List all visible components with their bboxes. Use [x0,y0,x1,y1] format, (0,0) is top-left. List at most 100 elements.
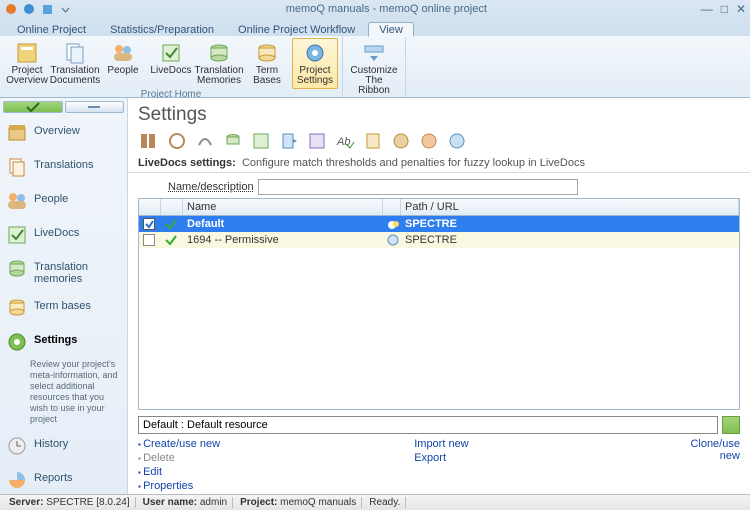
link-export[interactable]: Export [414,452,690,464]
col-location-icon[interactable] [383,199,401,215]
sidebar-item-termbases[interactable]: Term bases [0,291,127,325]
filter-input[interactable] [258,179,578,195]
settings-description: LiveDocs settings: Configure match thres… [128,154,750,173]
tab-online-project[interactable]: Online Project [6,22,97,36]
customize-icon [362,41,386,65]
link-import[interactable]: Import new [414,438,690,450]
resource-bar [138,416,740,434]
main-header: Settings [128,98,750,128]
sidebar-item-reports[interactable]: Reports [0,463,127,497]
row-checkbox[interactable] [143,234,155,246]
sidebar-item-tm[interactable]: Translation memories [0,252,127,291]
check-icon [165,234,177,246]
sidebar-item-settings[interactable]: Settings [0,325,127,359]
resource-description-input[interactable] [138,416,718,434]
ribbon: Project Overview Translation Documents P… [0,36,750,98]
toggle-check-button[interactable] [3,101,63,113]
tool-qa-icon[interactable] [194,130,216,152]
tool-autocorrect-icon[interactable]: Ab [334,130,356,152]
apply-button[interactable] [722,416,740,434]
qat-icon-2[interactable] [22,2,36,16]
table-body: Default SPECTRE 1694 -- Permissive SPECT… [139,216,739,409]
status-project-value: memoQ manuals [280,497,356,508]
row-name: Default [183,216,383,232]
sidebar-item-history[interactable]: History [0,429,127,463]
table-row[interactable]: 1694 -- Permissive SPECTRE [139,232,739,248]
tool-keyboard-icon[interactable] [390,130,412,152]
term-bases-button[interactable]: Term Bases [244,38,290,89]
overview-icon [15,41,39,65]
col-name[interactable]: Name [183,199,383,215]
tm-icon [207,41,231,65]
minimize-button[interactable]: — [701,2,713,16]
col-checkbox[interactable] [139,199,161,215]
livedocs-nav-icon [6,224,28,246]
qat-dropdown-icon[interactable] [58,2,72,16]
tm-nav-icon [6,258,28,280]
row-path: SPECTRE [401,216,739,232]
sidebar-item-livedocs[interactable]: LiveDocs [0,218,127,252]
status-user-value: admin [200,497,227,508]
link-edit[interactable]: Edit [138,466,414,478]
tab-view[interactable]: View [368,22,414,37]
toggle-flat-button[interactable] [65,101,125,113]
tab-statistics[interactable]: Statistics/Preparation [99,22,225,36]
col-pin[interactable] [161,199,183,215]
row-checkbox[interactable] [143,218,155,230]
qat-icon-1[interactable] [4,2,18,16]
people-button[interactable]: People [100,38,146,89]
left-sidebar: Overview Translations People LiveDocs Tr… [0,98,128,494]
status-project-label: Project: [240,497,277,508]
close-button[interactable]: ✕ [736,2,746,16]
view-toggle [0,98,127,116]
tool-nontrans-icon[interactable] [306,130,328,152]
translation-documents-button[interactable]: Translation Documents [52,38,98,89]
status-user-label: User name: [143,497,197,508]
table-row[interactable]: Default SPECTRE [139,216,739,232]
termbases-icon [255,41,279,65]
project-overview-button[interactable]: Project Overview [4,38,50,89]
tool-segmentation-icon[interactable] [166,130,188,152]
documents-icon [63,41,87,65]
translation-memories-button[interactable]: Translation Memories [196,38,242,89]
link-properties[interactable]: Properties [138,480,414,492]
pages-icon [6,156,28,178]
col-path[interactable]: Path / URL [401,199,739,215]
status-bar: Server: SPECTRE [8.0.24] User name: admi… [0,494,750,510]
maximize-button[interactable]: □ [721,2,728,16]
link-create[interactable]: Create/use new [138,438,414,450]
main-panel: Settings Ab LiveDocs settings: Configure… [128,98,750,494]
project-settings-button[interactable]: Project Settings [292,38,338,89]
tool-tm-icon[interactable] [222,130,244,152]
ribbon-tabs: Online Project Statistics/Preparation On… [0,18,750,36]
settings-toolbar: Ab [128,128,750,154]
tool-export-icon[interactable] [278,130,300,152]
tb-nav-icon [6,297,28,319]
tool-livedocs-icon[interactable] [250,130,272,152]
window-title: memoQ manuals - memoQ online project [72,3,701,15]
desc-text: Configure match thresholds and penalties… [242,157,585,169]
tool-mt-icon[interactable] [418,130,440,152]
link-clone[interactable]: Clone/use new [690,438,740,462]
tool-general-icon[interactable] [138,130,160,152]
globe-icon [387,234,399,246]
sidebar-item-people[interactable]: People [0,184,127,218]
sidebar-item-overview[interactable]: Overview [0,116,127,150]
qat-icon-3[interactable] [40,2,54,16]
window-buttons: — □ ✕ [701,2,746,16]
gear-nav-icon [6,331,28,353]
box-icon [6,122,28,144]
tool-filter-icon[interactable] [362,130,384,152]
settings-help-text: Review your project's meta-information, … [0,359,127,429]
reports-icon [6,469,28,491]
tab-workflow[interactable]: Online Project Workflow [227,22,366,36]
table-header: Name Path / URL [139,199,739,216]
status-ready: Ready. [364,497,406,508]
sidebar-item-translations[interactable]: Translations [0,150,127,184]
settings-gear-icon [303,41,327,65]
customize-ribbon-button[interactable]: Customize The Ribbon [347,38,401,99]
livedocs-button[interactable]: LiveDocs [148,38,194,89]
tool-web-icon[interactable] [446,130,468,152]
ribbon-group-project-home: Project Overview Translation Documents P… [0,36,343,97]
cloud-icon [387,218,401,230]
